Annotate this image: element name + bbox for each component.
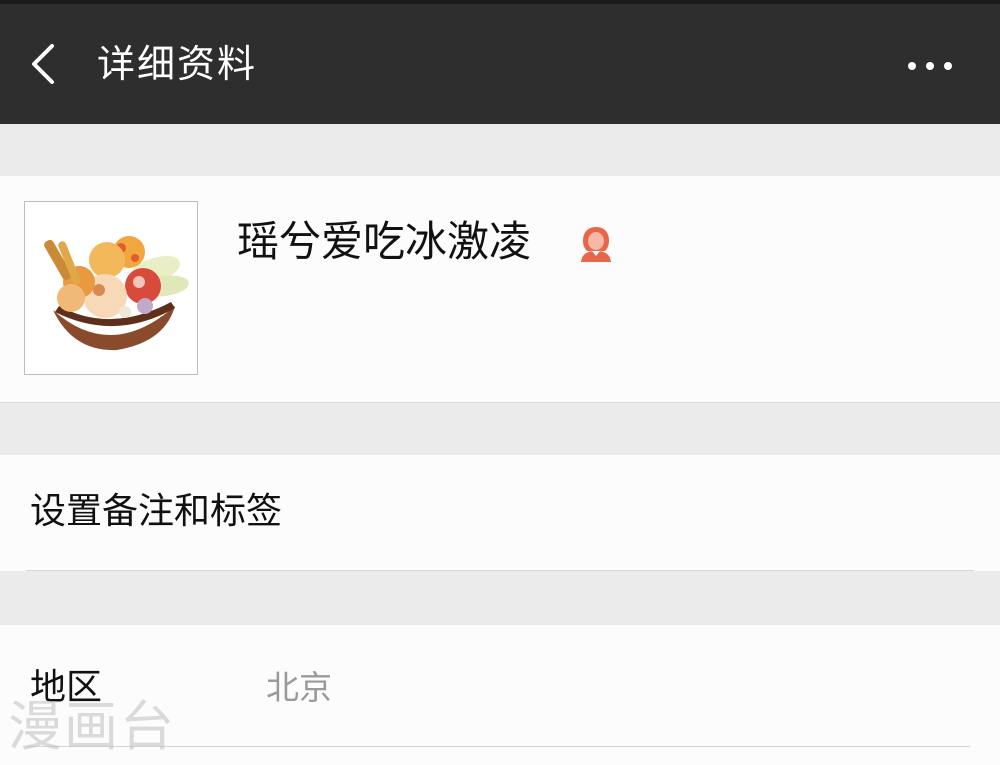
more-options-button[interactable] [898, 40, 968, 92]
avatar[interactable] [24, 201, 198, 375]
watermark-logo: 漫画台 [8, 695, 176, 758]
nav-header: 详细资料 [0, 4, 1000, 124]
page-title: 详细资料 [97, 42, 258, 86]
ice-cream-basket-avatar [44, 236, 189, 351]
female-user-icon [576, 224, 616, 264]
back-button[interactable] [18, 32, 74, 96]
region-value: 北京 [266, 668, 332, 707]
section-divider [0, 402, 1000, 403]
set-remark-tags-row[interactable]: 设置备注和标签 [0, 455, 1000, 571]
nickname: 瑶兮爱吃冰激凌 [237, 217, 532, 266]
row-divider [26, 570, 974, 571]
remark-label: 设置备注和标签 [30, 491, 283, 532]
chevron-left-icon [32, 44, 54, 84]
profile-card: 瑶兮爱吃冰激凌 [0, 176, 1000, 402]
